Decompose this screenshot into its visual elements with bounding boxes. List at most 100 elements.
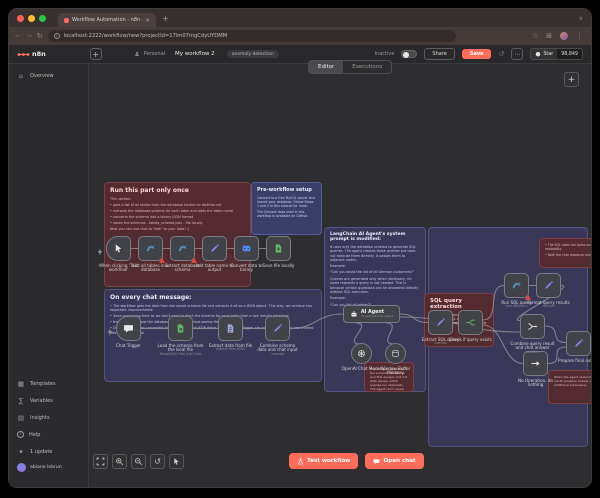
pencil-icon [435, 317, 446, 328]
toolbar-right: ☆ ⊞ ⋮ [532, 32, 585, 40]
workflow-title[interactable]: My workflow 2 [175, 51, 215, 57]
pointer-mode-button[interactable] [169, 454, 184, 469]
node-prepare-output[interactable] [566, 331, 591, 356]
add-node-button[interactable]: + [564, 72, 579, 87]
node-extract-schema[interactable] [170, 236, 195, 261]
node-openai-model[interactable] [351, 343, 372, 364]
person-icon [134, 51, 140, 57]
browser-profile-avatar[interactable] [560, 32, 568, 40]
close-window-button[interactable] [17, 15, 24, 22]
tab-search-icon[interactable]: ∨ [579, 15, 583, 22]
workflow-canvas[interactable]: + ↺ [89, 64, 591, 488]
more-menu-button[interactable]: ⋯ [511, 48, 523, 60]
node-convert-binary[interactable] [234, 236, 259, 261]
node-buffer-memory[interactable] [385, 343, 406, 364]
workflow-tag[interactable]: anomaly detection [227, 50, 279, 58]
merge-icon [527, 321, 538, 332]
node-label-prepare-output: Prepare final output [556, 359, 592, 364]
tab-editor[interactable]: Editor [309, 61, 343, 73]
cursor-icon [113, 243, 124, 254]
bookmark-star-icon[interactable]: ☆ [532, 33, 538, 40]
node-label-combine-answer: Combine query result and chat answercomb… [510, 342, 556, 356]
history-icon[interactable]: ↺ [498, 50, 504, 58]
back-icon[interactable]: ← [15, 33, 21, 40]
sidebar-item-templates[interactable]: ▦ Templates [17, 380, 55, 388]
node-list-tables[interactable] [138, 236, 163, 261]
browser-toolbar: ← → ↻ i localhost:2222/workflow/new?proj… [9, 27, 591, 45]
url-text: localhost:2222/workflow/new?projectId=17… [64, 33, 228, 39]
user-name: abiane lebrun [30, 465, 62, 470]
fileread-icon [175, 323, 186, 334]
github-icon [535, 51, 541, 57]
user-menu[interactable]: abiane lebrun [17, 463, 62, 472]
node-label-check-query: Check if query exists [448, 338, 494, 343]
node-label-format-results: Format query resultsmanual [526, 301, 572, 310]
zoom-in-button[interactable] [112, 454, 127, 469]
execute-bolt-icon [106, 321, 114, 329]
sidebar-item-updates[interactable]: ✦ 1 update [17, 448, 52, 456]
chat-icon [373, 458, 380, 465]
sidebar-item-variables[interactable]: ∑ Variables [17, 397, 53, 405]
sidebar-item-insights[interactable]: ▤ Insights [17, 414, 50, 422]
minimize-window-button[interactable] [28, 15, 35, 22]
browser-menu-icon[interactable]: ⋮ [576, 33, 583, 40]
share-button[interactable]: Share [424, 48, 454, 60]
active-toggle[interactable] [401, 50, 417, 58]
node-combine-input[interactable] [265, 316, 290, 341]
new-tab-button[interactable]: + [162, 14, 169, 23]
site-info-icon[interactable]: i [54, 33, 60, 39]
reset-zoom-button[interactable]: ↺ [150, 454, 165, 469]
user-avatar [17, 463, 26, 472]
node-save-file[interactable] [266, 236, 291, 261]
node-sublabel: manual [418, 342, 464, 346]
node-manual-trigger[interactable] [106, 236, 131, 261]
node-format-results[interactable] [536, 273, 561, 298]
panel-toggle-button[interactable]: + [90, 48, 102, 60]
node-extract-sql[interactable] [428, 310, 453, 335]
tab-executions[interactable]: Executions [343, 61, 391, 73]
forward-icon[interactable]: → [26, 33, 32, 40]
binary-icon [241, 243, 252, 254]
tab-favicon [64, 18, 69, 23]
node-run-sql[interactable] [504, 273, 529, 298]
node-load-schema[interactable] [168, 316, 193, 341]
browser-tab[interactable]: Workflow Automation - n8n ✕ [58, 13, 156, 27]
tab-title: Workflow Automation - n8n [72, 17, 140, 23]
save-button[interactable]: Save [462, 49, 492, 59]
star-count: 98,849 [557, 49, 582, 59]
app-header: n8n + Personal My workflow 2 anomaly det… [9, 45, 591, 64]
github-star-widget[interactable]: Star 98,849 [530, 48, 583, 60]
mysql-icon [511, 280, 522, 291]
test-workflow-button[interactable]: Test workflow [289, 453, 358, 469]
node-sublabel: manual [526, 305, 572, 309]
address-bar[interactable]: i localhost:2222/workflow/new?projectId=… [48, 30, 456, 42]
node-check-query[interactable] [458, 310, 483, 335]
fit-view-button[interactable] [93, 454, 108, 469]
reload-icon[interactable]: ↻ [37, 33, 43, 40]
n8n-logo[interactable]: n8n [17, 50, 46, 59]
node-label-combine-input: Combine schema data and chat inputmanual [255, 344, 301, 358]
open-chat-button[interactable]: Open chat [365, 453, 423, 469]
zoom-out-button[interactable] [131, 454, 146, 469]
sidebar-item-overview[interactable]: ⌂ Overview [17, 72, 54, 80]
extensions-icon[interactable]: ⊞ [546, 33, 552, 40]
pencil-icon [543, 280, 554, 291]
node-label-no-operation: No Operation, do nothing [513, 379, 559, 389]
node-chat-trigger[interactable] [116, 316, 141, 341]
breadcrumb-project[interactable]: Personal [144, 51, 165, 57]
node-combine-answer[interactable] [520, 314, 545, 339]
mysql-icon [177, 243, 188, 254]
node-ai-agent[interactable]: AI AgentConversational Agent [343, 305, 400, 323]
browser-window: Workflow Automation - n8n ✕ + ∨ ← → ↻ i … [8, 8, 592, 488]
maximize-window-button[interactable] [39, 15, 46, 22]
node-sublabel: combine [510, 351, 556, 355]
node-sublabel: Conversational Agent [361, 315, 393, 318]
sidebar-item-help[interactable]: ? Help [17, 431, 40, 438]
node-extract-file[interactable] [218, 316, 243, 341]
node-add-table-name[interactable] [202, 236, 227, 261]
memory-icon [391, 349, 400, 358]
browser-titlebar: Workflow Automation - n8n ✕ + ∨ [9, 9, 591, 27]
arrow-icon [530, 358, 541, 369]
tab-close-icon[interactable]: ✕ [145, 17, 150, 24]
insights-icon: ▤ [17, 414, 25, 422]
